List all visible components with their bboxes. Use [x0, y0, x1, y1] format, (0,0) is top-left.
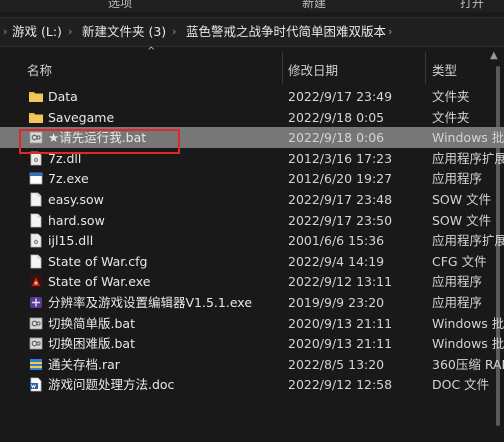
- file-modified-date: 2012/3/16 17:23: [288, 150, 393, 166]
- file-modified-date: 2022/9/17 23:50: [288, 212, 393, 228]
- file-row[interactable]: ★请先运行我.bat 2022/9/18 0:06 Windows 批处: [0, 127, 504, 148]
- exe-file-icon: [29, 171, 43, 186]
- doc-file-icon: [29, 377, 43, 392]
- file-modified-date: 2022/9/18 0:06: [288, 130, 385, 146]
- file-name: 分辨率及游戏设置编辑器V1.5.1.exe: [48, 294, 253, 310]
- address-bar[interactable]: › 游戏 (L:) › 新建文件夹 (3) › 蓝色警戒之战争时代简单困难双版本…: [0, 17, 504, 47]
- file-row[interactable]: 7z.exe 2012/6/20 19:27 应用程序: [0, 168, 504, 189]
- breadcrumb-current[interactable]: 蓝色警戒之战争时代简单困难双版本: [186, 18, 386, 46]
- column-header-type[interactable]: 类型: [432, 60, 457, 79]
- dll-file-icon: [29, 151, 43, 166]
- file-row[interactable]: State of War.exe 2022/9/12 13:11 应用程序: [0, 271, 504, 292]
- file-modified-date: 2020/9/13 21:11: [288, 336, 393, 352]
- file-type: 360压缩 RAR: [432, 356, 504, 372]
- ribbon-strip: 选项 新建 打开: [0, 0, 504, 12]
- ribbon-label-options[interactable]: 选项: [108, 0, 132, 11]
- file-name: 游戏问题处理方法.doc: [48, 377, 175, 393]
- game-exe-icon: [29, 274, 43, 289]
- file-row[interactable]: ijl15.dll 2001/6/6 15:36 应用程序扩展: [0, 230, 504, 251]
- breadcrumb-chevron-icon[interactable]: ›: [3, 18, 7, 46]
- scroll-up-arrow-icon[interactable]: ▲: [490, 50, 498, 61]
- file-row[interactable]: Savegame 2022/9/18 0:05 文件夹: [0, 107, 504, 128]
- blank-file-icon: [29, 192, 43, 207]
- file-row[interactable]: Data 2022/9/17 23:49 文件夹: [0, 86, 504, 107]
- file-type: 应用程序扩展: [432, 150, 504, 166]
- file-modified-date: 2022/9/17 23:49: [288, 89, 393, 104]
- ribbon-label-new[interactable]: 新建: [302, 0, 326, 11]
- file-row[interactable]: 通关存档.rar 2022/8/5 13:20 360压缩 RAR: [0, 354, 504, 375]
- rar-archive-icon: [29, 357, 43, 372]
- file-name: Savegame: [48, 109, 115, 125]
- blank-file-icon: [29, 254, 43, 269]
- file-name: 通关存档.rar: [48, 356, 120, 372]
- settings-exe-icon: [29, 295, 43, 310]
- file-row[interactable]: 游戏问题处理方法.doc 2022/9/12 12:58 DOC 文件: [0, 374, 504, 395]
- batch-file-icon: [29, 336, 43, 351]
- column-header-row: ^ 名称 修改日期 类型: [0, 46, 504, 86]
- file-modified-date: 2012/6/20 19:27: [288, 171, 393, 187]
- batch-file-icon: [29, 316, 43, 331]
- file-name: 切换困难版.bat: [48, 336, 135, 352]
- file-name: 切换简单版.bat: [48, 315, 135, 331]
- ribbon-label-open[interactable]: 打开: [460, 0, 484, 11]
- file-type: SOW 文件: [432, 212, 492, 228]
- file-modified-date: 2022/9/4 14:19: [288, 253, 385, 269]
- file-name: ijl15.dll: [48, 233, 94, 249]
- file-row[interactable]: 分辨率及游戏设置编辑器V1.5.1.exe 2019/9/9 23:20 应用程序: [0, 292, 504, 313]
- breadcrumb-chevron-icon[interactable]: ›: [388, 18, 392, 46]
- file-modified-date: 2022/9/18 0:05: [288, 109, 385, 125]
- column-header-date[interactable]: 修改日期: [288, 60, 338, 79]
- file-type: 应用程序扩展: [432, 233, 504, 249]
- file-type: Windows 批处: [432, 315, 504, 331]
- file-list: Data 2022/9/17 23:49 文件夹 Savegame 2022/9/18 …: [0, 86, 504, 395]
- file-row[interactable]: 切换困难版.bat 2020/9/13 21:11 Windows 批处: [0, 333, 504, 354]
- batch-file-icon: [29, 130, 43, 145]
- dll-file-icon: [29, 233, 43, 248]
- file-row[interactable]: 切换简单版.bat 2020/9/13 21:11 Windows 批处: [0, 313, 504, 334]
- file-modified-date: 2022/9/12 12:58: [288, 377, 393, 393]
- breadcrumb-chevron-icon[interactable]: ›: [68, 18, 72, 46]
- folder-icon: [29, 89, 43, 104]
- file-row[interactable]: 7z.dll 2012/3/16 17:23 应用程序扩展: [0, 148, 504, 169]
- file-type: 文件夹: [432, 109, 470, 125]
- column-divider[interactable]: [282, 52, 283, 84]
- file-type: CFG 文件: [432, 253, 487, 269]
- file-type: SOW 文件: [432, 191, 492, 207]
- file-name: Data: [48, 89, 78, 104]
- file-modified-date: 2022/8/5 13:20: [288, 356, 385, 372]
- file-modified-date: 2022/9/17 23:48: [288, 191, 393, 207]
- file-type: DOC 文件: [432, 377, 490, 393]
- file-modified-date: 2022/9/12 13:11: [288, 274, 393, 290]
- file-name: 7z.exe: [48, 171, 89, 187]
- file-modified-date: 2020/9/13 21:11: [288, 315, 393, 331]
- file-type: 应用程序: [432, 274, 483, 290]
- file-name: State of War.exe: [48, 274, 151, 290]
- file-type: Windows 批处: [432, 130, 504, 146]
- file-type: Windows 批处: [432, 336, 504, 352]
- column-header-name[interactable]: 名称: [27, 60, 52, 79]
- file-name: 7z.dll: [48, 150, 82, 166]
- file-row[interactable]: hard.sow 2022/9/17 23:50 SOW 文件: [0, 210, 504, 231]
- breadcrumb-chevron-icon[interactable]: ›: [172, 18, 176, 46]
- file-modified-date: 2019/9/9 23:20: [288, 294, 385, 310]
- file-name: ★请先运行我.bat: [48, 130, 147, 146]
- file-name: hard.sow: [48, 212, 105, 228]
- file-row[interactable]: easy.sow 2022/9/17 23:48 SOW 文件: [0, 189, 504, 210]
- column-divider[interactable]: [425, 52, 426, 84]
- file-row[interactable]: State of War.cfg 2022/9/4 14:19 CFG 文件: [0, 251, 504, 272]
- breadcrumb-drive[interactable]: 游戏 (L:): [12, 18, 62, 46]
- file-type: 应用程序: [432, 171, 483, 187]
- file-type: 应用程序: [432, 294, 483, 310]
- file-type: 文件夹: [432, 89, 470, 104]
- breadcrumb-folder[interactable]: 新建文件夹 (3): [82, 18, 166, 46]
- folder-icon: [29, 110, 43, 125]
- sort-ascending-icon: ^: [147, 46, 156, 57]
- file-name: State of War.cfg: [48, 253, 148, 269]
- file-name: easy.sow: [48, 191, 104, 207]
- blank-file-icon: [29, 213, 43, 228]
- file-modified-date: 2001/6/6 15:36: [288, 233, 385, 249]
- file-explorer-window: 选项 新建 打开 › 游戏 (L:) › 新建文件夹 (3) › 蓝色警戒之战争…: [0, 0, 504, 442]
